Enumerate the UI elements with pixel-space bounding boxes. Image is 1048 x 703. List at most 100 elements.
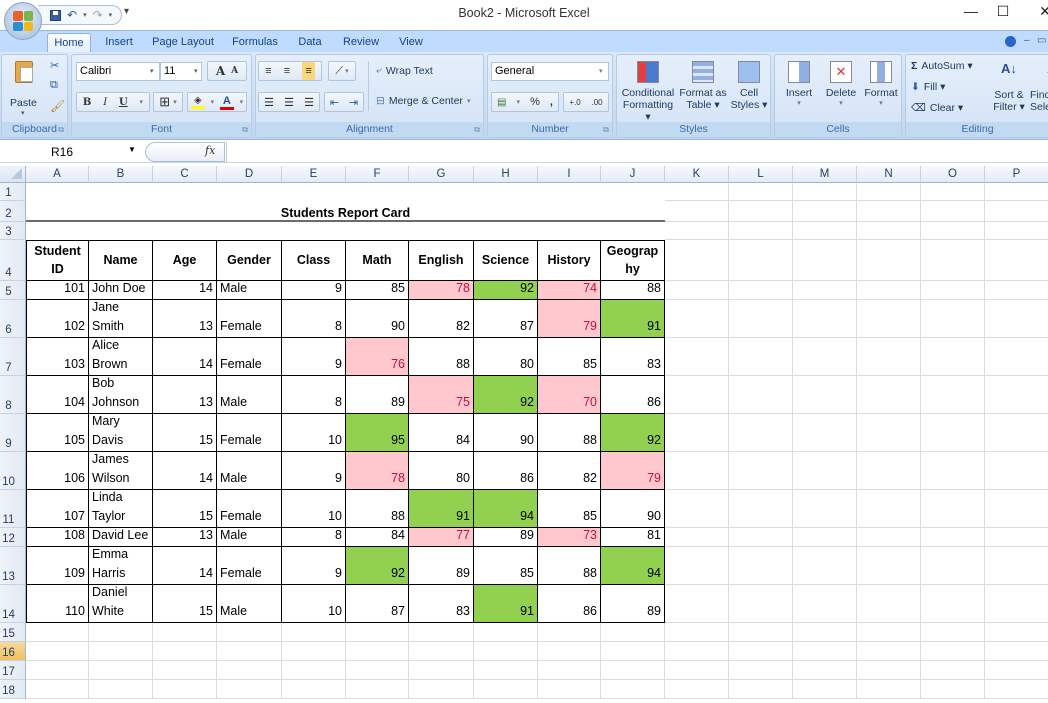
age-cell[interactable]: 14 (153, 281, 217, 300)
science-score-cell[interactable]: 86 (474, 452, 538, 490)
science-score-cell[interactable]: 92 (474, 376, 538, 414)
worksheet-grid[interactable]: A B C D E F G H I J K L M N O P 1 2 3 4 5 6 7 8 9 10 11 12 13 14 15 16 1… (0, 166, 1048, 703)
geography-score-cell[interactable]: 79 (601, 452, 665, 490)
maximize-button[interactable]: ☐ (988, 3, 1018, 20)
row-header-6[interactable]: 6 (0, 300, 26, 338)
row-header-10[interactable]: 10 (0, 452, 26, 490)
row-header-4[interactable]: 4 (0, 240, 26, 281)
class-cell[interactable]: 8 (282, 300, 346, 338)
class-cell[interactable]: 10 (282, 585, 346, 623)
name-box[interactable]: R16 (0, 143, 144, 161)
chevron-down-icon[interactable]: ▾ (150, 67, 154, 75)
align-right-button[interactable]: ☰ (304, 96, 314, 109)
student-name-cell[interactable]: James Wilson (89, 452, 153, 490)
geography-score-cell[interactable]: 91 (601, 300, 665, 338)
ribbon-restore-icon[interactable]: ▭ (1037, 35, 1046, 46)
student-name-cell[interactable]: Alice Brown (89, 338, 153, 376)
column-header-d[interactable]: D (217, 166, 282, 183)
tab-review[interactable]: Review (338, 33, 384, 53)
help-icon[interactable] (1005, 36, 1016, 47)
column-header-f[interactable]: F (346, 166, 409, 183)
science-score-cell[interactable]: 91 (474, 585, 538, 623)
format-cells-button[interactable]: Format ▾ (861, 59, 901, 107)
science-score-cell[interactable]: 90 (474, 414, 538, 452)
history-score-cell[interactable]: 88 (538, 414, 601, 452)
math-score-cell[interactable]: 90 (346, 300, 409, 338)
row-header-5[interactable]: 5 (0, 281, 26, 300)
number-launcher-icon[interactable]: ⧉ (603, 125, 609, 135)
age-cell[interactable]: 15 (153, 414, 217, 452)
row-header-16[interactable]: 16 (0, 642, 26, 661)
align-center-button[interactable]: ☰ (284, 96, 294, 109)
class-cell[interactable]: 9 (282, 452, 346, 490)
history-score-cell[interactable]: 85 (538, 490, 601, 528)
math-score-cell[interactable]: 95 (346, 414, 409, 452)
gender-cell[interactable]: Female (217, 338, 282, 376)
student-name-cell[interactable]: Emma Harris (89, 547, 153, 585)
english-score-cell[interactable]: 88 (409, 338, 474, 376)
increase-indent-button[interactable]: ⇥ (349, 96, 358, 109)
column-header-h[interactable]: H (474, 166, 538, 183)
save-icon[interactable] (50, 9, 61, 21)
copy-icon[interactable]: ⧉ (50, 79, 58, 92)
science-score-cell[interactable]: 87 (474, 300, 538, 338)
column-header-p[interactable]: P (985, 166, 1048, 183)
english-score-cell[interactable]: 77 (409, 528, 474, 547)
geography-score-cell[interactable]: 86 (601, 376, 665, 414)
geography-score-cell[interactable]: 89 (601, 585, 665, 623)
student-name-cell[interactable]: Jane Smith (89, 300, 153, 338)
insert-cells-button[interactable]: Insert ▾ (779, 59, 819, 107)
align-bottom-button[interactable]: ≡ (302, 62, 315, 80)
redo-icon[interactable]: ↷ (93, 8, 103, 22)
tab-data[interactable]: Data (292, 33, 328, 53)
customize-qat-icon[interactable]: ▾ (124, 6, 129, 17)
history-score-cell[interactable]: 86 (538, 585, 601, 623)
english-score-cell[interactable]: 75 (409, 376, 474, 414)
tab-page-layout[interactable]: Page Layout (148, 33, 218, 53)
column-header-k[interactable]: K (665, 166, 729, 183)
column-header-a[interactable]: A (26, 166, 89, 183)
class-cell[interactable]: 10 (282, 414, 346, 452)
column-header-c[interactable]: C (153, 166, 217, 183)
gender-cell[interactable]: Female (217, 414, 282, 452)
history-score-cell[interactable]: 74 (538, 281, 601, 300)
percent-button[interactable]: % (530, 96, 540, 108)
tab-view[interactable]: View (394, 33, 428, 53)
geography-score-cell[interactable]: 90 (601, 490, 665, 528)
row-header-1[interactable]: 1 (0, 183, 26, 201)
name-box-dropdown-icon[interactable]: ▼ (128, 145, 136, 154)
column-header-i[interactable]: I (538, 166, 601, 183)
font-launcher-icon[interactable]: ⧉ (242, 125, 248, 135)
paste-button[interactable]: Paste ▾ (10, 59, 38, 117)
math-score-cell[interactable]: 78 (346, 452, 409, 490)
age-cell[interactable]: 13 (153, 376, 217, 414)
autosum-button[interactable]: Σ AutoSum ▾ (911, 60, 973, 72)
select-all-button[interactable] (0, 166, 26, 183)
english-score-cell[interactable]: 82 (409, 300, 474, 338)
gender-cell[interactable]: Female (217, 300, 282, 338)
history-score-cell[interactable]: 88 (538, 547, 601, 585)
orientation-button[interactable]: ⟋ ▾ (328, 61, 356, 81)
decrease-indent-button[interactable]: ⇤ (330, 96, 339, 109)
cut-icon[interactable]: ✂ (50, 59, 59, 72)
gender-cell[interactable]: Male (217, 585, 282, 623)
conditional-formatting-button[interactable]: Conditional Formatting ▾ (619, 59, 677, 123)
english-score-cell[interactable]: 80 (409, 452, 474, 490)
format-painter-icon[interactable]: 🖌 (50, 99, 65, 113)
math-score-cell[interactable]: 89 (346, 376, 409, 414)
history-score-cell[interactable]: 70 (538, 376, 601, 414)
gender-cell[interactable]: Male (217, 376, 282, 414)
class-cell[interactable]: 10 (282, 490, 346, 528)
clipboard-launcher-icon[interactable]: ⧉ (58, 125, 64, 135)
geography-score-cell[interactable]: 83 (601, 338, 665, 376)
chevron-down-icon[interactable]: ▾ (194, 67, 198, 75)
student-name-cell[interactable]: Mary Davis (89, 414, 153, 452)
class-cell[interactable]: 9 (282, 281, 346, 300)
age-cell[interactable]: 15 (153, 585, 217, 623)
alignment-launcher-icon[interactable]: ⧉ (474, 125, 480, 135)
minimize-button[interactable]: — (956, 3, 986, 19)
font-name-dropdown[interactable]: Calibri (76, 62, 160, 81)
student-id-cell[interactable]: 103 (26, 338, 89, 376)
borders-button[interactable]: ⊞ ▾ (153, 92, 183, 112)
math-score-cell[interactable]: 88 (346, 490, 409, 528)
